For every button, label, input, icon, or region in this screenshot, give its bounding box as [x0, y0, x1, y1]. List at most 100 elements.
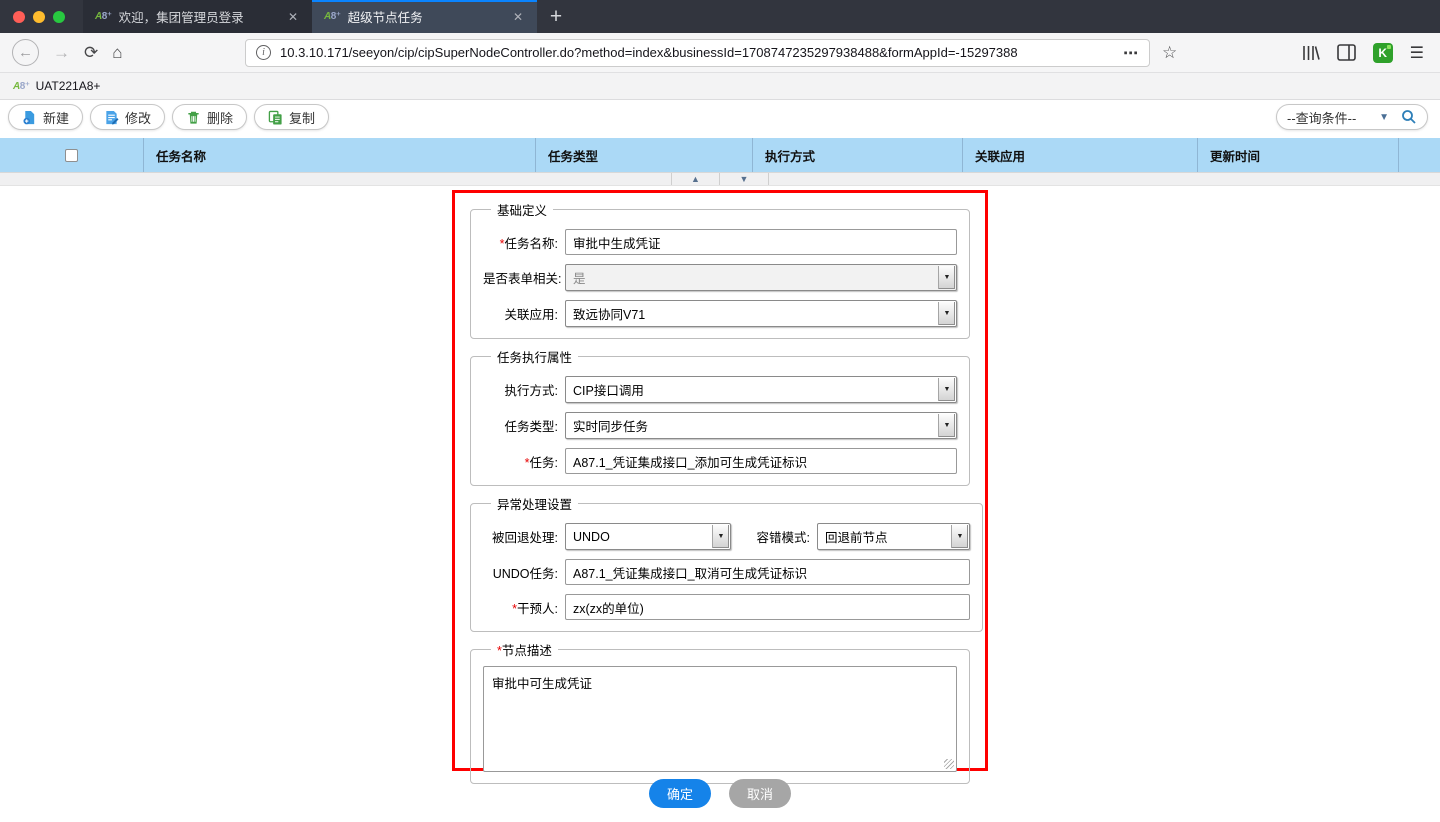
exec-mode-select[interactable]: CIP接口调用 ▼ [565, 376, 957, 403]
minimize-window-button[interactable] [33, 10, 45, 23]
resize-handle-icon[interactable] [944, 759, 954, 769]
fault-mode-select[interactable]: 回退前节点 ▼ [817, 523, 970, 550]
edit-document-icon [106, 110, 119, 125]
new-button[interactable]: 新建 [8, 104, 84, 130]
button-label: 修改 [125, 110, 152, 126]
bookmark-star-icon[interactable]: ☆ [1162, 43, 1177, 63]
task-table-header: 任务名称 任务类型 执行方式 关联应用 更新时间 [0, 138, 1440, 172]
a8-favicon: A8⁺ [324, 11, 341, 22]
a8-favicon: A8⁺ [13, 80, 30, 92]
task-type-select[interactable]: 实时同步任务 ▼ [565, 412, 957, 439]
splitter-down-button[interactable]: ▼ [720, 173, 769, 185]
form-row-form-related: 是否表单相关: 是 ▼ [483, 264, 957, 291]
reload-icon[interactable]: ⟳ [84, 43, 98, 63]
copy-icon [268, 110, 282, 125]
bookmark-label: UAT221A8+ [35, 79, 101, 93]
dropdown-arrow-icon[interactable]: ▼ [938, 302, 955, 325]
ok-button[interactable]: 确定 [649, 779, 711, 808]
page-toolbar: 新建 修改 删除 复制 --查询条件-- ▼ [0, 100, 1440, 134]
task-name-label: *任务名称: [499, 236, 558, 251]
dropdown-arrow-icon[interactable]: ▼ [938, 414, 955, 437]
zoom-window-button[interactable] [53, 10, 65, 23]
form-row-intervener: *干预人: [483, 594, 970, 620]
column-header-update-time[interactable]: 更新时间 [1197, 138, 1398, 172]
fieldset-legend: 基础定义 [497, 204, 548, 218]
button-label: 复制 [289, 110, 316, 126]
form-row-task-type: 任务类型: 实时同步任务 ▼ [483, 412, 957, 439]
trash-icon [188, 111, 199, 124]
query-condition-label: --查询条件-- [1287, 110, 1357, 126]
form-related-label: 是否表单相关: [483, 272, 562, 286]
fieldset-legend: 异常处理设置 [497, 498, 573, 512]
column-header-task-type[interactable]: 任务类型 [535, 138, 752, 172]
dropdown-arrow-icon[interactable]: ▼ [712, 525, 729, 548]
selected-value: 是 [573, 272, 586, 286]
a8-favicon: A8⁺ [95, 11, 112, 22]
cancel-button[interactable]: 取消 [729, 779, 791, 808]
rollback-select[interactable]: UNDO ▼ [565, 523, 731, 550]
selected-value: CIP接口调用 [573, 384, 644, 398]
page-info-icon[interactable]: i [256, 45, 271, 60]
page-actions-icon[interactable]: ⋯ [1117, 44, 1139, 62]
selected-value: 致远协同V71 [573, 308, 646, 322]
close-tab-icon[interactable]: ✕ [284, 8, 302, 26]
select-all-checkbox[interactable] [65, 148, 78, 162]
browser-window: A8⁺ 欢迎，集团管理员登录 ✕ A8⁺ 超级节点任务 ✕ + ← → ⟳ ⌂ … [0, 0, 1440, 822]
address-bar[interactable]: i 10.3.10.171/seeyon/cip/cipSuperNodeCon… [245, 38, 1150, 67]
selected-value: 实时同步任务 [573, 420, 649, 434]
dropdown-arrow-icon[interactable]: ▼ [938, 378, 955, 401]
new-tab-button[interactable]: + [537, 0, 575, 33]
library-icon[interactable] [1301, 44, 1320, 62]
task-type-label: 任务类型: [504, 420, 558, 434]
splitter-up-button[interactable]: ▲ [671, 173, 720, 185]
undo-task-input[interactable] [565, 559, 970, 585]
url-text[interactable]: 10.3.10.171/seeyon/cip/cipSuperNodeContr… [280, 45, 1117, 60]
modify-button[interactable]: 修改 [90, 104, 166, 130]
node-description-textarea[interactable]: 审批中可生成凭证 [483, 666, 957, 772]
select-all-cell [0, 138, 143, 172]
menu-icon[interactable]: ☰ [1410, 43, 1424, 63]
nav-right-icons: K ☰ [1301, 42, 1430, 63]
button-label: 删除 [207, 110, 234, 126]
task-label: *任务: [524, 455, 558, 470]
tab-super-node-task[interactable]: A8⁺ 超级节点任务 ✕ [312, 0, 537, 33]
undo-task-label: UNDO任务: [492, 566, 558, 581]
close-tab-icon[interactable]: ✕ [509, 8, 527, 26]
sidebar-icon[interactable] [1336, 44, 1356, 61]
form-related-select: 是 ▼ [565, 264, 957, 291]
fieldset-legend: 任务执行属性 [497, 351, 573, 365]
form-row-exec-mode: 执行方式: CIP接口调用 ▼ [483, 376, 957, 403]
copy-button[interactable]: 复制 [254, 104, 330, 130]
tab-title: 超级节点任务 [347, 11, 423, 25]
navigation-bar: ← → ⟳ ⌂ i 10.3.10.171/seeyon/cip/cipSupe… [0, 33, 1440, 73]
arrow-down-icon: ▼ [739, 174, 749, 184]
extension-icon[interactable]: K [1372, 42, 1393, 63]
tab-welcome[interactable]: A8⁺ 欢迎，集团管理员登录 ✕ [83, 0, 312, 33]
back-icon[interactable]: ← [12, 39, 39, 66]
fieldset-node-description: *节点描述 审批中可生成凭证 [470, 640, 970, 784]
task-input[interactable] [565, 448, 957, 474]
exec-mode-label: 执行方式: [504, 384, 558, 398]
forward-icon[interactable]: → [53, 43, 70, 63]
button-label: 新建 [43, 110, 70, 126]
query-condition-select[interactable]: --查询条件-- ▼ [1276, 104, 1428, 130]
bookmark-item-uat221a8[interactable]: A8⁺ UAT221A8+ [13, 79, 100, 93]
column-header-related-app[interactable]: 关联应用 [962, 138, 1197, 172]
delete-button[interactable]: 删除 [172, 104, 248, 130]
column-header-exec-mode[interactable]: 执行方式 [752, 138, 962, 172]
selected-value: 回退前节点 [825, 531, 888, 545]
panel-splitter[interactable]: ▲ ▼ [0, 172, 1440, 186]
intervener-input[interactable] [565, 594, 970, 620]
new-document-icon [23, 110, 35, 124]
task-name-input[interactable] [565, 229, 957, 255]
form-row-task-name: *任务名称: [483, 229, 957, 255]
close-window-button[interactable] [13, 10, 25, 23]
column-header-task-name[interactable]: 任务名称 [143, 138, 535, 172]
home-icon[interactable]: ⌂ [112, 43, 122, 63]
related-app-select[interactable]: 致远协同V71 ▼ [565, 300, 957, 327]
search-icon[interactable] [1401, 109, 1417, 125]
dropdown-arrow-icon[interactable]: ▼ [951, 525, 968, 548]
arrow-up-icon: ▲ [691, 174, 700, 184]
description-area: 审批中可生成凭证 [483, 666, 957, 772]
form-row-rollback: 被回退处理: UNDO ▼ 容错模式: 回退前节点 ▼ [483, 523, 970, 550]
